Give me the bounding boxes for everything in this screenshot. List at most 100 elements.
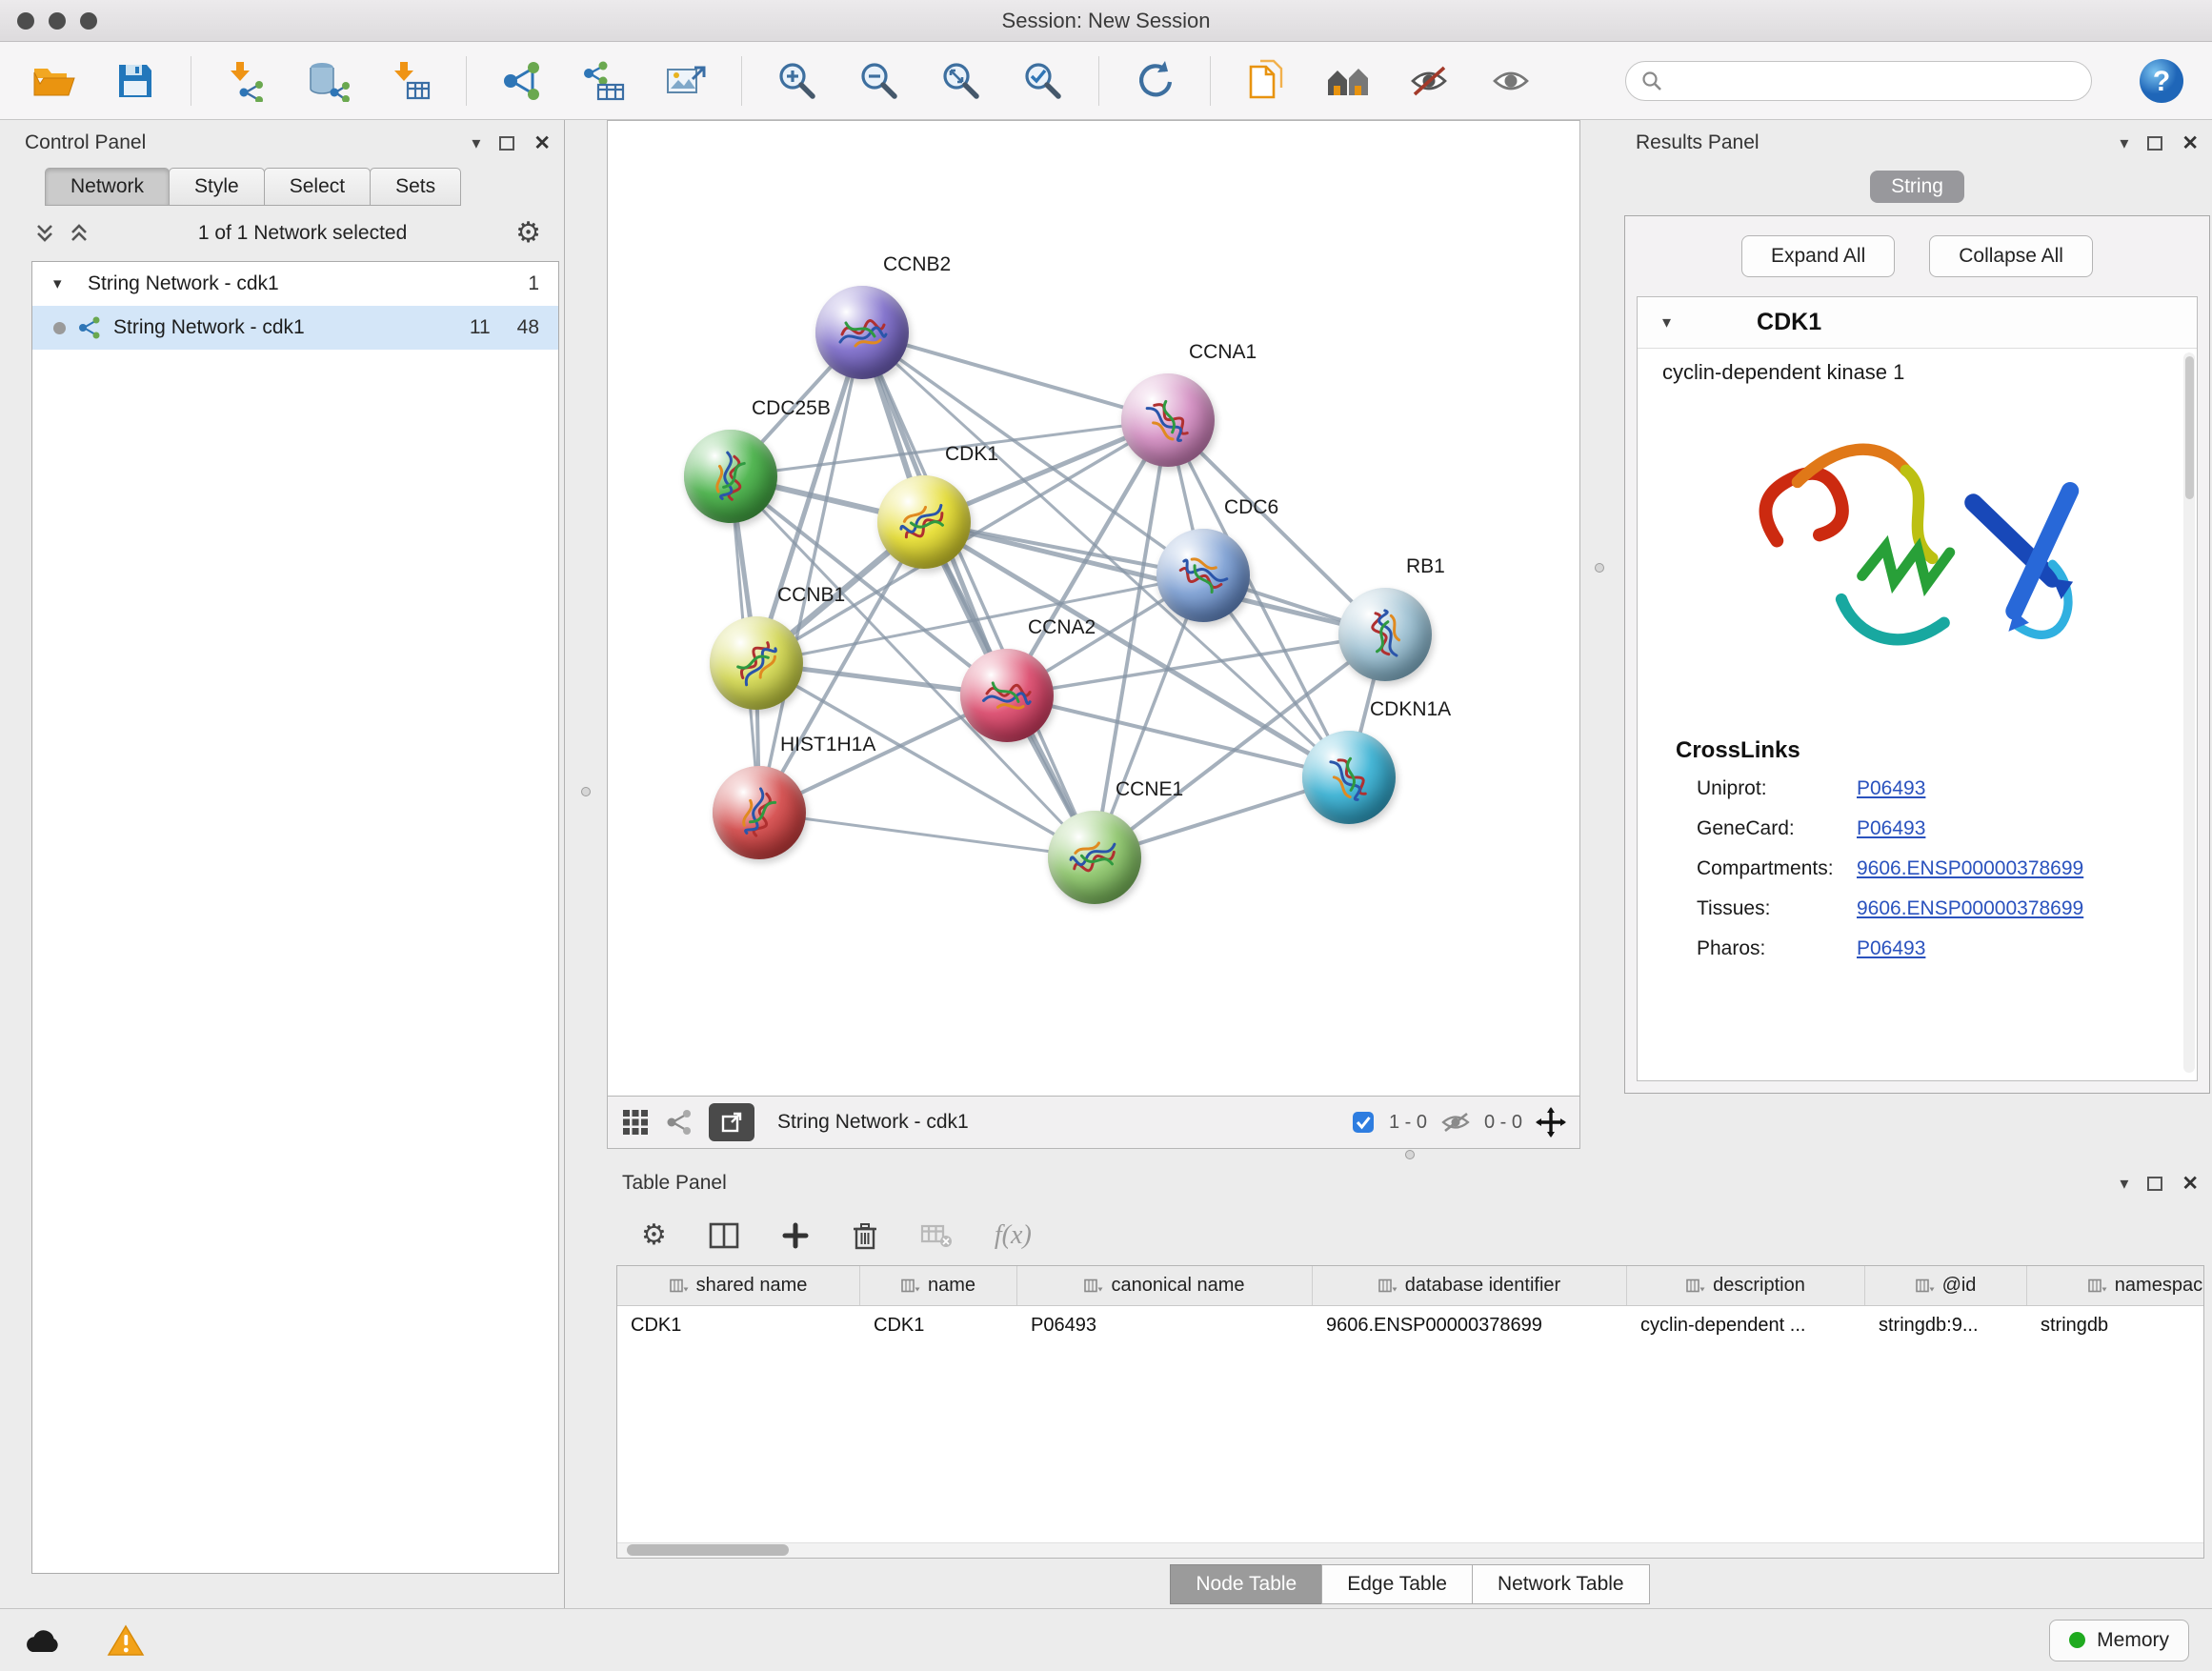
panel-menu-icon[interactable]: ▾ (472, 133, 480, 153)
crosslink-value-link[interactable]: P06493 (1857, 777, 1925, 800)
node-cdk1[interactable] (877, 475, 971, 569)
expand-all-button[interactable]: Expand All (1741, 235, 1895, 277)
collapse-triangle-icon[interactable]: ▾ (1662, 312, 1671, 332)
network-collection-row[interactable]: ▾ String Network - cdk1 1 (32, 262, 558, 306)
panel-close-icon[interactable]: ✕ (533, 131, 551, 155)
panel-float-icon[interactable] (2147, 1177, 2162, 1191)
collapse-all-chevron-icon[interactable] (34, 222, 55, 245)
new-network-icon[interactable] (495, 55, 549, 107)
panel-menu-icon[interactable]: ▾ (2120, 133, 2128, 153)
tab-node-table[interactable]: Node Table (1170, 1564, 1322, 1604)
network-share-view-icon[interactable] (665, 1108, 694, 1137)
string-protein-query-houses-icon[interactable] (1321, 55, 1375, 107)
zoom-in-icon[interactable] (771, 55, 824, 107)
table-hscrollbar[interactable] (617, 1542, 2203, 1558)
column-header-description[interactable]: description (1627, 1266, 1865, 1305)
network-options-gear-icon[interactable]: ⚙ (515, 219, 541, 248)
tab-sets[interactable]: Sets (370, 168, 461, 206)
splitter-handle[interactable] (1595, 563, 1604, 573)
add-column-icon[interactable] (781, 1221, 810, 1250)
panel-menu-icon[interactable]: ▾ (2120, 1174, 2128, 1194)
node-ccna2[interactable] (960, 649, 1054, 742)
crosslink-value-link[interactable]: P06493 (1857, 817, 1925, 840)
node-ccne1[interactable] (1048, 811, 1141, 904)
collapse-triangle-icon[interactable]: ▾ (53, 274, 76, 293)
hidden-eye-slash-icon[interactable] (1440, 1110, 1471, 1135)
horizontal-splitter[interactable] (607, 1149, 2212, 1160)
column-header-shared-name[interactable]: shared name (617, 1266, 860, 1305)
warning-icon[interactable] (107, 1624, 145, 1657)
export-image-icon[interactable] (659, 55, 713, 107)
import-table-file-icon[interactable] (384, 55, 437, 107)
memory-button[interactable]: Memory (2049, 1620, 2189, 1661)
show-graphics-details-icon[interactable] (1485, 55, 1538, 107)
cell-database-identifier: 9606.ENSP00000378699 (1313, 1306, 1627, 1344)
column-header-database-identifier[interactable]: database identifier (1313, 1266, 1627, 1305)
column-header-canonical-name[interactable]: canonical name (1017, 1266, 1313, 1305)
zoom-selected-icon[interactable] (1016, 55, 1070, 107)
edge-HIST1H1A-CCNE1[interactable] (759, 813, 1095, 857)
table-options-gear-icon[interactable]: ⚙ (641, 1221, 667, 1250)
toolbar-search[interactable] (1625, 61, 2092, 101)
panel-close-icon[interactable]: ✕ (2182, 131, 2199, 155)
network-canvas[interactable]: CCNB2CCNA1CDC25BCDK1CDC6RB1CCNB1CCNA2CDK… (607, 120, 1580, 1096)
collapse-all-button[interactable]: Collapse All (1929, 235, 2093, 277)
network-selection-row: 1 of 1 Network selected ⚙ (11, 206, 564, 261)
zoom-out-icon[interactable] (853, 55, 906, 107)
results-scrollbar-thumb[interactable] (2185, 356, 2194, 499)
node-cdc6[interactable] (1156, 529, 1250, 622)
tab-network-table[interactable]: Network Table (1472, 1564, 1650, 1604)
column-header-namespace[interactable]: namespace (2027, 1266, 2204, 1305)
import-network-file-icon[interactable] (220, 55, 273, 107)
protein-thumbnail (836, 312, 888, 353)
show-columns-icon[interactable] (709, 1221, 739, 1250)
crosslink-value-link[interactable]: 9606.ENSP00000378699 (1857, 897, 2083, 920)
grid-view-icon[interactable] (621, 1108, 650, 1137)
network-row-selected[interactable]: String Network - cdk1 11 48 (32, 306, 558, 350)
gene-name: CDK1 (1757, 309, 1821, 336)
node-cdkn1a[interactable] (1302, 731, 1396, 824)
new-table-from-network-icon[interactable] (577, 55, 631, 107)
tab-network[interactable]: Network (45, 168, 170, 206)
crosslink-value-link[interactable]: P06493 (1857, 937, 1925, 960)
open-session-icon[interactable] (27, 55, 80, 107)
apply-layout-icon[interactable] (1128, 55, 1181, 107)
import-network-database-icon[interactable] (302, 55, 355, 107)
panel-float-icon[interactable] (2147, 136, 2162, 151)
cell-namespace: stringdb (2027, 1306, 2204, 1344)
splitter-handle[interactable] (581, 787, 591, 796)
zoom-fit-content-icon[interactable] (935, 55, 988, 107)
tab-edge-table[interactable]: Edge Table (1321, 1564, 1473, 1604)
tab-style[interactable]: Style (169, 168, 265, 206)
node-rb1[interactable] (1338, 588, 1432, 681)
table-hscrollbar-thumb[interactable] (627, 1544, 789, 1556)
hide-graphics-details-icon[interactable] (1403, 55, 1457, 107)
save-session-icon[interactable] (109, 55, 162, 107)
panel-float-icon[interactable] (499, 136, 514, 151)
column-header-@id[interactable]: @id (1865, 1266, 2027, 1305)
node-ccna1[interactable] (1121, 373, 1215, 467)
birdseye-view-button[interactable] (709, 1103, 754, 1141)
delete-column-trash-icon[interactable] (852, 1220, 878, 1251)
column-type-icon (1916, 1278, 1935, 1294)
node-cdc25b[interactable] (684, 430, 777, 523)
search-input[interactable] (1672, 70, 2076, 91)
crosslink-value-link[interactable]: 9606.ENSP00000378699 (1857, 857, 2083, 880)
fit-crosshair-icon[interactable] (1536, 1107, 1566, 1137)
table-row[interactable]: CDK1CDK1P064939606.ENSP00000378699cyclin… (617, 1306, 2203, 1344)
cloud-status-icon[interactable] (23, 1625, 65, 1656)
node-hist1h1a[interactable] (713, 766, 806, 859)
node-ccnb1[interactable] (710, 616, 803, 710)
edge-CCNB2-CCNE1[interactable] (862, 332, 1095, 857)
help-icon[interactable]: ? (2138, 57, 2185, 105)
tab-string[interactable]: String (1870, 171, 1964, 203)
gene-card-header[interactable]: ▾ CDK1 (1638, 297, 2197, 349)
selected-checkbox-icon[interactable] (1351, 1110, 1376, 1135)
column-header-name[interactable]: name (860, 1266, 1017, 1305)
expand-all-chevron-icon[interactable] (69, 222, 90, 245)
open-documentation-icon[interactable] (1239, 55, 1293, 107)
results-panel: Results Panel ▾ ✕ String Expand All (1622, 120, 2212, 1149)
node-ccnb2[interactable] (815, 286, 909, 379)
tab-select[interactable]: Select (264, 168, 371, 206)
panel-close-icon[interactable]: ✕ (2182, 1172, 2199, 1196)
